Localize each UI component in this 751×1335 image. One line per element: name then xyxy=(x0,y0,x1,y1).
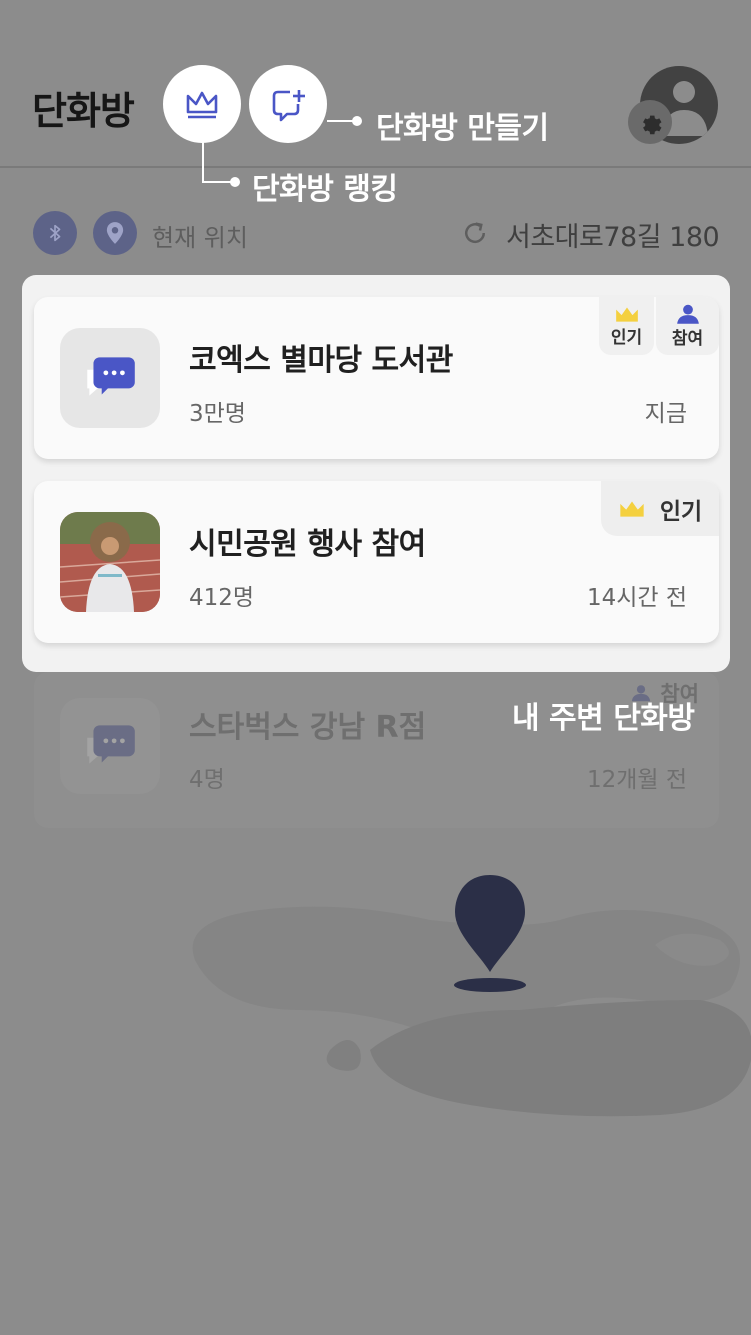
bluetooth-icon xyxy=(49,224,61,242)
current-address: 서초대로78길 180 xyxy=(506,222,720,253)
callout-dot-ranking xyxy=(230,177,240,187)
popular-badge-label: 인기 xyxy=(659,498,703,525)
popular-badge: 인기 xyxy=(601,481,719,536)
screen: 단화방 단화방 만들기 단화방 랭킹 현재 위치 서초대로78길 180 코엑스… xyxy=(0,0,751,1335)
callout-line-ranking-h xyxy=(202,181,232,183)
bluetooth-button[interactable] xyxy=(33,211,77,255)
room-last-active: 지금 xyxy=(644,401,687,427)
popular-badge-label: 인기 xyxy=(610,327,643,348)
person-icon xyxy=(676,304,699,324)
location-pin-icon xyxy=(106,222,124,244)
crown-icon xyxy=(620,501,644,517)
joined-badge-label: 참여 xyxy=(671,328,704,349)
popular-badge: 인기 xyxy=(599,297,654,355)
callout-ranking-label: 단화방 랭킹 xyxy=(252,172,398,207)
room-title: 코엑스 별마당 도서관 xyxy=(189,343,453,378)
room-last-active: 12개월 전 xyxy=(586,767,687,793)
room-thumbnail-image xyxy=(60,512,160,612)
pin-shadow xyxy=(454,978,526,992)
callout-dot-create xyxy=(352,116,362,126)
room-last-active: 14시간 전 xyxy=(586,585,687,611)
callout-create-label: 단화방 만들기 xyxy=(376,111,549,146)
room-member-count: 4명 xyxy=(189,767,225,793)
room-member-count: 3만명 xyxy=(189,401,246,427)
refresh-icon[interactable] xyxy=(460,218,490,248)
app-title: 단화방 xyxy=(32,89,135,133)
gear-icon xyxy=(643,115,662,135)
crown-icon xyxy=(186,91,218,119)
chat-bubble-icon xyxy=(87,357,135,396)
joined-badge: 참여 xyxy=(656,297,719,355)
room-chat-icon xyxy=(60,698,160,794)
room-member-count: 412명 xyxy=(189,585,255,611)
ranking-button[interactable] xyxy=(163,65,241,143)
crown-icon xyxy=(615,307,638,322)
current-location-label: 현재 위치 xyxy=(152,224,248,252)
create-room-button[interactable] xyxy=(249,65,327,143)
chat-add-icon xyxy=(272,90,305,122)
chat-bubble-icon xyxy=(87,725,135,764)
room-chat-icon xyxy=(60,328,160,428)
room-card[interactable]: 코엑스 별마당 도서관 3만명 지금 인기 참여 xyxy=(34,297,719,459)
location-button[interactable] xyxy=(93,211,137,255)
room-photo xyxy=(60,512,160,612)
callout-nearby-label: 내 주변 단화방 xyxy=(512,701,695,736)
settings-button[interactable] xyxy=(628,100,672,144)
room-title: 시민공원 행사 참여 xyxy=(189,527,426,562)
callout-line-ranking xyxy=(202,142,204,182)
map-islet xyxy=(326,1040,361,1071)
map-area[interactable] xyxy=(0,860,751,1160)
room-title: 스타벅스 강남 R점 xyxy=(189,710,427,745)
room-card[interactable]: 시민공원 행사 참여 412명 14시간 전 인기 xyxy=(34,481,719,643)
